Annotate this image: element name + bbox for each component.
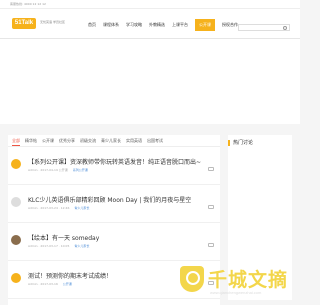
nav-teachers[interactable]: 外教精选 — [149, 19, 165, 31]
nav-partnership[interactable]: 授权合作 — [222, 19, 238, 31]
tab-public-class[interactable]: 公开课 — [42, 135, 54, 146]
avatar[interactable] — [11, 197, 21, 207]
tab-sharing[interactable]: 优秀分享 — [59, 135, 75, 146]
tab-beginner[interactable]: 初级交流 — [80, 135, 96, 146]
watermark-text: 千城文摘 — [208, 269, 289, 291]
post-category[interactable]: 青少儿家长 — [74, 206, 89, 210]
hotline-text: 客服热线: 4000 12 12 12 — [10, 2, 46, 6]
comment-icon — [208, 205, 214, 209]
top-info-bar: 客服热线: 4000 12 12 12 — [0, 0, 300, 9]
tab-practical[interactable]: 实用英语 — [126, 135, 142, 146]
tab-featured[interactable]: 精华帖 — [25, 135, 37, 146]
tab-parents[interactable]: 青少儿家长 — [101, 135, 121, 146]
post-title[interactable]: 【系列公开课】资深教师带你玩转英语发音！纯正语音脱口而出~ — [28, 157, 201, 166]
list-item[interactable]: KLC少儿英语俱乐部精彩回顾 Moon Day | 我们的月夜与星空 Admin… — [8, 185, 220, 223]
post-title[interactable]: 测试！预测你的期末考试成绩！ — [28, 271, 112, 280]
logo-subtitle: 无忧英语 学员社区 — [40, 20, 65, 24]
nav-platform[interactable]: 上课平台 — [172, 19, 188, 31]
avatar[interactable] — [11, 273, 21, 283]
banner-area — [0, 39, 300, 124]
category-tabs: 全部 精华帖 公开课 优秀分享 初级交流 青少儿家长 实用英语 出国考试 — [8, 135, 220, 147]
post-meta-text: Admin · 2017-03-17 · 10:05 — [28, 244, 70, 248]
tab-exams[interactable]: 出国考试 — [147, 135, 163, 146]
search-input[interactable] — [238, 24, 290, 31]
nav-guides[interactable]: 学习攻略 — [126, 19, 142, 31]
post-meta-text: Admin · 2017-03-24 · 12:46 — [28, 206, 70, 210]
sidebar-title: 热门讨论 — [228, 140, 292, 146]
post-meta: Admin · 2017-03-24 · 12:46 青少儿家长 — [28, 206, 89, 210]
avatar[interactable] — [11, 159, 21, 169]
post-meta: Admin · 2017-04-19 公开课 系列公开课 — [28, 168, 88, 172]
post-meta: Admin · 2017-03-17 · 10:05 青少儿家长 — [28, 244, 89, 248]
comment-icon — [208, 243, 214, 247]
post-meta-text: Admin · 2017-04-19 公开课 — [28, 168, 68, 172]
post-meta: Admin · 2017-03-16 公开课 — [28, 282, 72, 286]
comment-icon — [208, 167, 214, 171]
post-title[interactable]: KLC少儿英语俱乐部精彩回顾 Moon Day | 我们的月夜与星空 — [28, 195, 191, 204]
post-category[interactable]: 青少儿家长 — [74, 244, 89, 248]
nav-courses[interactable]: 课程体系 — [103, 19, 119, 31]
watermark-url: www.qianchengwenzhai.com — [210, 290, 262, 295]
search-icon[interactable] — [281, 25, 289, 30]
nav-home[interactable]: 首页 — [88, 19, 96, 31]
watermark: 千城文摘 www.qianchengwenzhai.com — [180, 263, 300, 300]
shield-icon — [180, 266, 204, 292]
post-category[interactable]: 系列公开课 — [73, 168, 88, 172]
site-logo[interactable]: 51Talk — [12, 18, 36, 29]
nav-public-class[interactable]: 公开课 — [195, 19, 215, 31]
site-header: 51Talk 无忧英语 学员社区 首页 课程体系 学习攻略 外教精选 上课平台 … — [0, 9, 300, 39]
avatar[interactable] — [11, 235, 21, 245]
tab-all[interactable]: 全部 — [12, 135, 20, 146]
list-item[interactable]: 【系列公开课】资深教师带你玩转英语发音！纯正语音脱口而出~ Admin · 20… — [8, 147, 220, 185]
main-nav: 首页 课程体系 学习攻略 外教精选 上课平台 公开课 授权合作 — [88, 19, 245, 33]
post-meta-text: Admin · 2017-03-16 — [28, 282, 58, 286]
list-item[interactable]: 【绘本】有一天 someday Admin · 2017-03-17 · 10:… — [8, 223, 220, 261]
post-category[interactable]: 公开课 — [63, 282, 72, 286]
post-title[interactable]: 【绘本】有一天 someday — [28, 233, 99, 242]
